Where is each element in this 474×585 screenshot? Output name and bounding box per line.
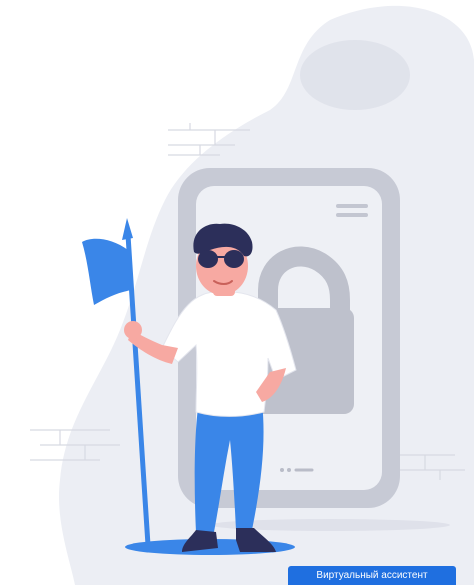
guard-left-hand — [124, 321, 142, 339]
page: Виртуальный ассистент — [0, 0, 474, 585]
decor-oval — [300, 40, 410, 110]
phone-dot-1 — [280, 468, 284, 472]
phone-dot-2 — [287, 468, 291, 472]
sunglasses-right-lens-icon — [224, 250, 244, 268]
axe-blade-icon — [82, 238, 132, 305]
sunglasses-left-lens-icon — [198, 250, 218, 268]
axe-spike-icon — [122, 218, 133, 240]
virtual-assistant-button[interactable]: Виртуальный ассистент — [288, 566, 456, 585]
security-illustration — [30, 5, 474, 585]
